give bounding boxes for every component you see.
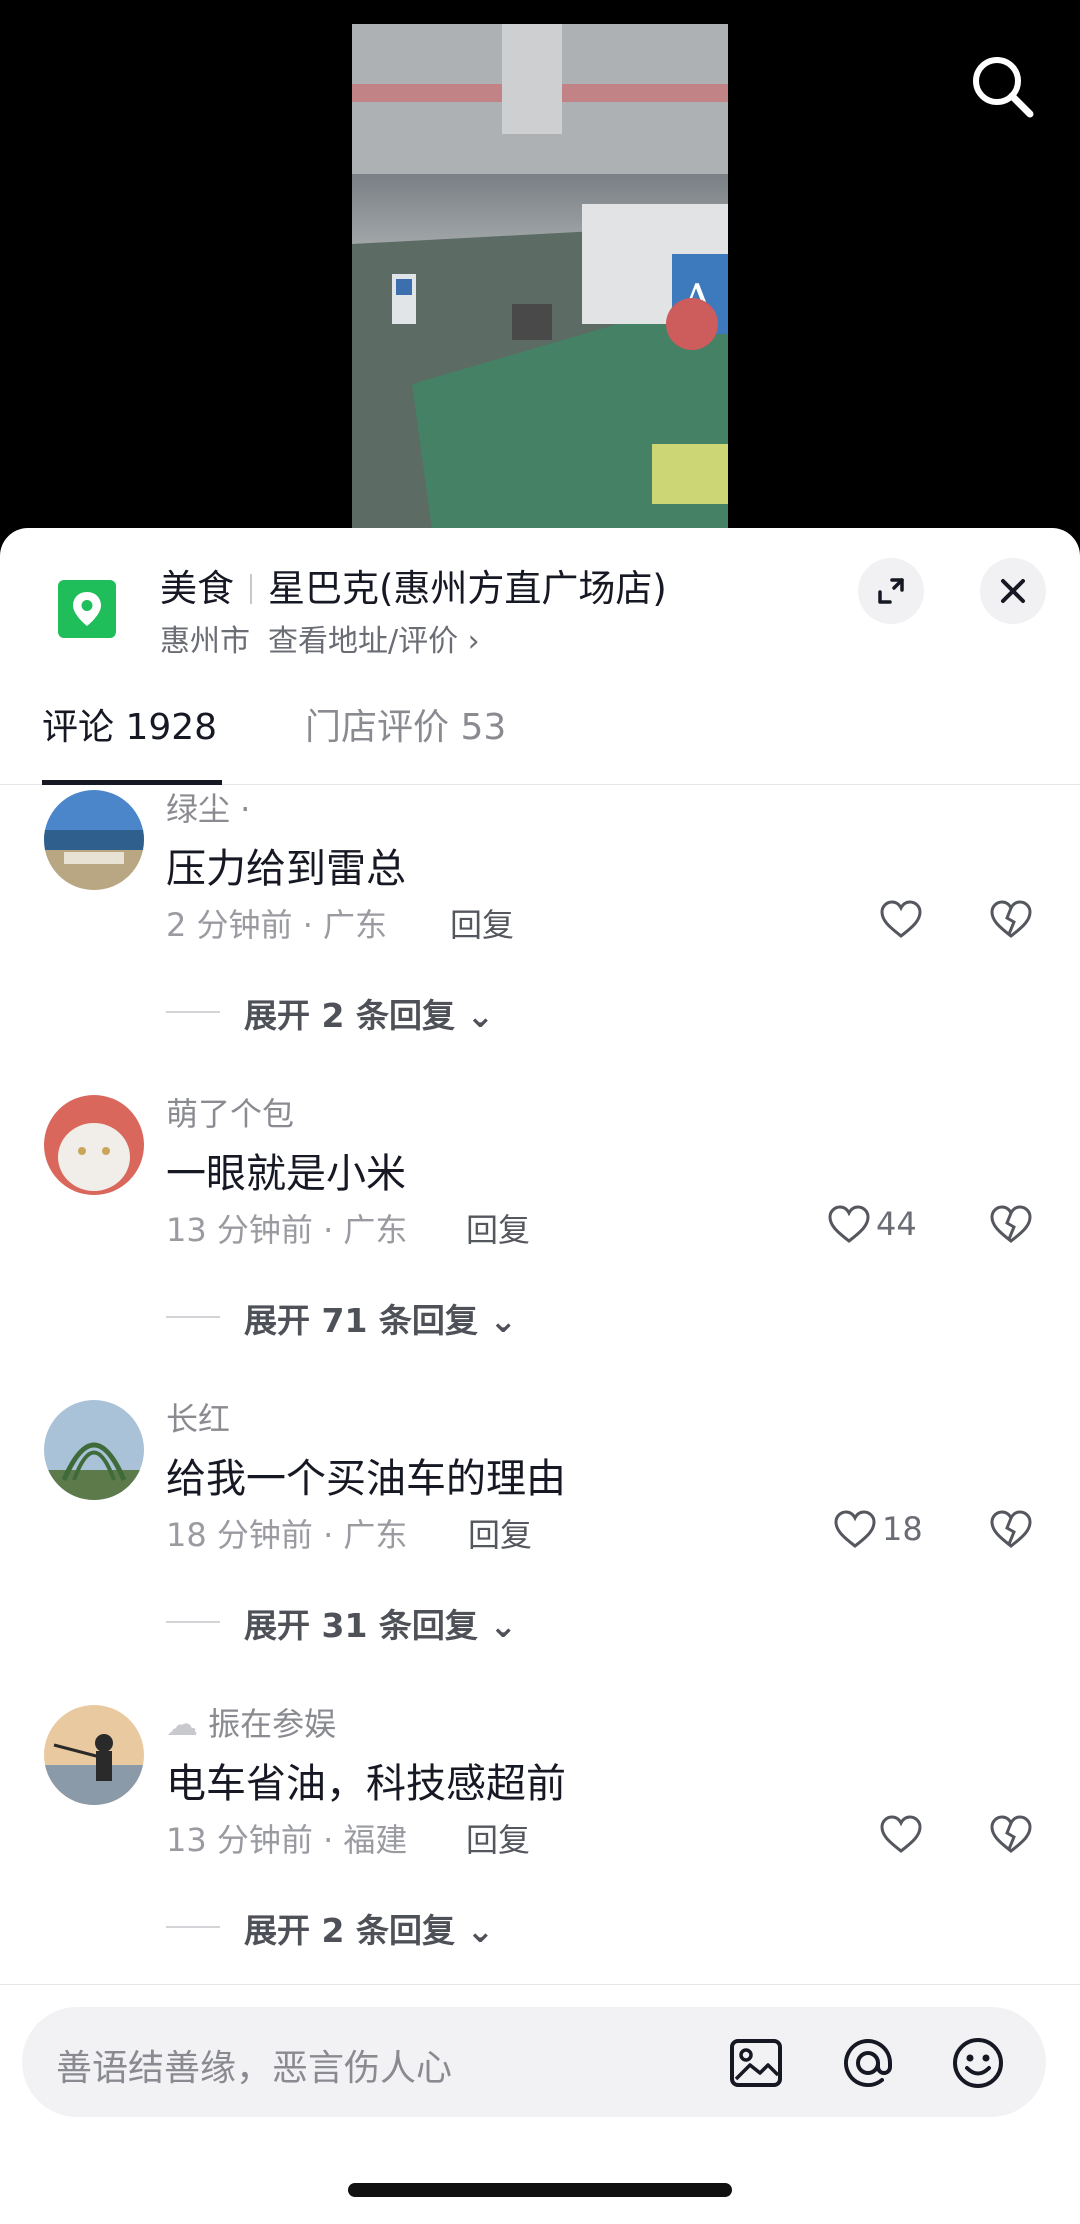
chevron-down-icon: ⌄ [489, 1606, 518, 1645]
comment-meta: 13 分钟前 · 广东 [166, 1211, 408, 1249]
comment-username[interactable]: ☁ 振在参娱 [166, 1699, 336, 1745]
dislike-button[interactable] [986, 1809, 1036, 1859]
emoji-icon[interactable] [950, 2035, 1006, 2091]
comment-item: 萌了个包 一眼就是小米 13 分钟前 · 广东 回复 44 展开 71 条回复 … [0, 1089, 1080, 1394]
view-address-link[interactable]: 查看地址/评价 › [268, 624, 480, 659]
reply-button[interactable]: 回复 [468, 1510, 532, 1556]
tab-store-reviews[interactable]: 门店评价 53 [305, 698, 506, 750]
close-button[interactable] [980, 558, 1046, 624]
tab-comments[interactable]: 评论 1928 [42, 698, 217, 750]
dislike-button[interactable] [986, 1199, 1036, 1249]
close-icon [1001, 579, 1025, 603]
video-player[interactable]: A [0, 0, 1080, 560]
expand-divider [166, 1926, 220, 1928]
avatar[interactable] [44, 1400, 144, 1500]
broken-heart-icon [990, 900, 1032, 938]
broken-heart-icon [990, 1205, 1032, 1243]
badge-icon: ☁ [166, 1705, 198, 1743]
expand-divider [166, 1316, 220, 1318]
comment-meta: 13 分钟前 · 福建 [166, 1821, 408, 1859]
expand-replies-label: 展开 2 条回复 [244, 1911, 455, 1950]
heart-icon [834, 1510, 876, 1548]
avatar[interactable] [44, 790, 144, 890]
like-button[interactable]: 44 [824, 1199, 934, 1249]
expand-replies-label: 展开 2 条回复 [244, 996, 455, 1035]
avatar[interactable] [44, 1095, 144, 1195]
comment-item: ☁ 振在参娱 电车省油，科技感超前 13 分钟前 · 福建 回复 展开 2 条回… [0, 1699, 1080, 1964]
reply-button[interactable]: 回复 [466, 1205, 530, 1251]
poi-store-name: 星巴克(惠州方直广场店) [268, 567, 667, 610]
expand-divider [166, 1621, 220, 1623]
comment-meta: 2 分钟前 · 广东 [166, 906, 388, 944]
heart-icon [880, 1815, 922, 1853]
poi-subtitle: 惠州市 查看地址/评价 › [160, 616, 480, 660]
home-indicator [348, 2183, 732, 2197]
poi-banner[interactable]: 美食 星巴克(惠州方直广场店) 惠州市 查看地址/评价 › [0, 528, 1080, 668]
comment-input[interactable]: 善语结善缘，恶言伤人心 [22, 2007, 1046, 2117]
comment-text: 电车省油，科技感超前 [166, 1761, 566, 1807]
like-button[interactable] [876, 894, 926, 944]
comment-username[interactable]: 绿尘 · [166, 784, 250, 830]
like-count: 44 [876, 1205, 917, 1243]
expand-replies-label: 展开 31 条回复 [244, 1606, 478, 1645]
comment-text: 压力给到雷总 [166, 846, 406, 892]
poi-category: 美食 [160, 567, 234, 610]
comment-input-placeholder: 善语结善缘，恶言伤人心 [56, 2048, 453, 2089]
like-count: 18 [882, 1510, 923, 1548]
expand-divider [166, 1011, 220, 1013]
comment-text: 给我一个买油车的理由 [166, 1456, 566, 1502]
image-icon[interactable] [728, 2035, 784, 2091]
chevron-down-icon: ⌄ [489, 1301, 518, 1340]
comment-username[interactable]: 长红 [166, 1394, 230, 1440]
comment-username-text: 振在参娱 [208, 1705, 337, 1743]
like-button[interactable] [876, 1809, 926, 1859]
poi-title[interactable]: 美食 星巴克(惠州方直广场店) [160, 558, 667, 612]
broken-heart-icon [990, 1815, 1032, 1853]
expand-replies-label: 展开 71 条回复 [244, 1301, 478, 1340]
reply-button[interactable]: 回复 [450, 900, 514, 946]
avatar[interactable] [44, 1705, 144, 1805]
at-icon[interactable] [840, 2035, 896, 2091]
comments-sheet: 美食 星巴克(惠州方直广场店) 惠州市 查看地址/评价 › 评论 1928 门店评价… [0, 528, 1080, 2224]
comment-text: 一眼就是小米 [166, 1151, 406, 1197]
comment-username[interactable]: 萌了个包 [166, 1089, 294, 1135]
comment-meta: 18 分钟前 · 广东 [166, 1516, 408, 1554]
comment-input-bar: 善语结善缘，恶言伤人心 [0, 1984, 1080, 2224]
tab-bar: 评论 1928 门店评价 53 [0, 688, 1080, 785]
chevron-down-icon: ⌄ [466, 996, 495, 1035]
dislike-button[interactable] [986, 894, 1036, 944]
reply-button[interactable]: 回复 [466, 1815, 530, 1861]
like-button[interactable]: 18 [830, 1504, 934, 1554]
broken-heart-icon [990, 1510, 1032, 1548]
expand-button[interactable] [858, 558, 924, 624]
comment-item: 绿尘 · 压力给到雷总 2 分钟前 · 广东 回复 展开 2 条回复 ⌄ [0, 784, 1080, 1089]
location-pin-icon [58, 580, 116, 638]
video-frame[interactable]: A [352, 24, 728, 530]
comment-list[interactable]: 绿尘 · 压力给到雷总 2 分钟前 · 广东 回复 展开 2 条回复 ⌄ 萌了个 [0, 784, 1080, 1964]
comment-item: 长红 给我一个买油车的理由 18 分钟前 · 广东 回复 18 展开 31 条回… [0, 1394, 1080, 1699]
poi-divider [250, 574, 252, 604]
expand-icon [878, 578, 904, 604]
heart-icon [828, 1205, 870, 1243]
search-icon[interactable] [968, 52, 1038, 122]
poi-city: 惠州市 [160, 624, 250, 659]
chevron-down-icon: ⌄ [466, 1911, 495, 1950]
dislike-button[interactable] [986, 1504, 1036, 1554]
heart-icon [880, 900, 922, 938]
